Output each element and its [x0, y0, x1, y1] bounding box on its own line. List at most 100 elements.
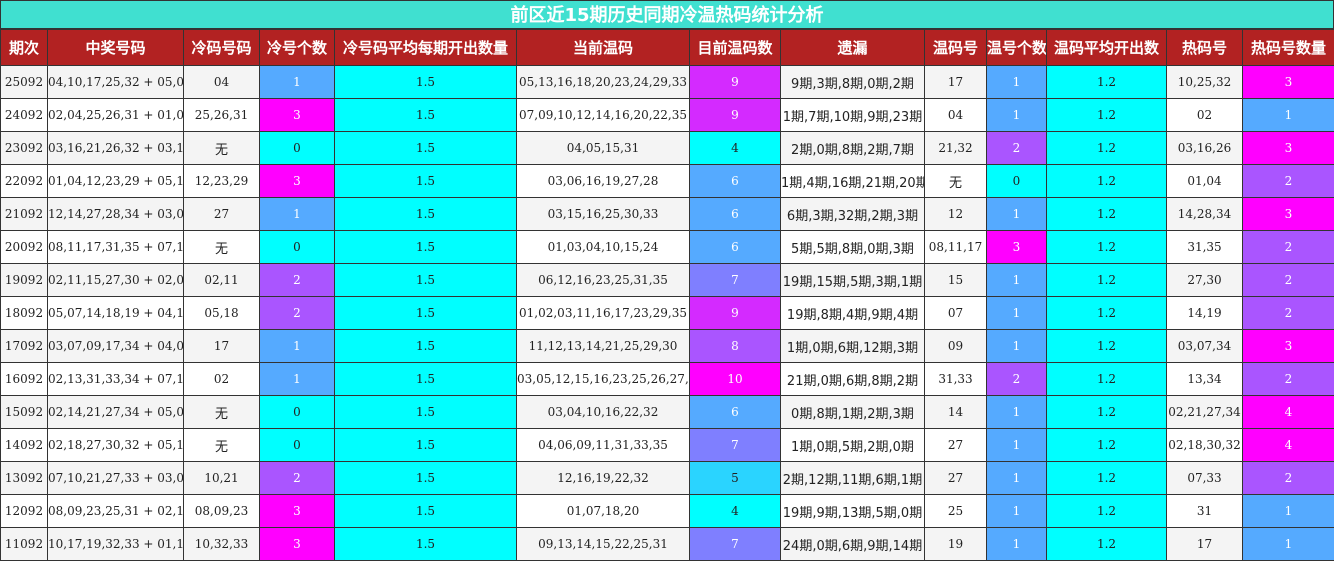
period-cell: 18092: [0, 296, 48, 330]
table-row: 12092 08,09,23,25,31 + 02,12 08,09,23 3 1.5 0…: [0, 494, 1334, 528]
cold-codes-cell: 无: [183, 230, 260, 264]
warm-num-cell: 2: [986, 131, 1047, 165]
cold-average-cell: 1.5: [334, 395, 517, 429]
cold-count-cell: 2: [259, 263, 335, 297]
missing-cell: 0期,8期,1期,2期,3期: [780, 395, 925, 429]
hot-count-cell: 3: [1242, 65, 1334, 99]
missing-cell: 1期,7期,10期,9期,23期: [780, 98, 925, 132]
table-row: 16092 02,13,31,33,34 + 07,11 02 1 1.5 03,05,1…: [0, 362, 1334, 396]
winning-numbers-cell: 07,10,21,27,33 + 03,09: [47, 461, 184, 495]
missing-cell: 21期,0期,6期,8期,2期: [780, 362, 925, 396]
cold-codes-cell: 无: [183, 395, 260, 429]
col-header-cold-count: 冷号个数: [259, 29, 335, 66]
cold-average-cell: 1.5: [334, 230, 517, 264]
current-warm-cell: 03,05,12,15,16,23,25,26,27,35: [516, 362, 690, 396]
table-row: 14092 02,18,27,30,32 + 05,11 无 0 1.5 04,06,09…: [0, 428, 1334, 462]
hot-codes-cell: 10,25,32: [1166, 65, 1243, 99]
winning-numbers-cell: 03,07,09,17,34 + 04,05: [47, 329, 184, 363]
winning-numbers-cell: 01,04,12,23,29 + 05,12: [47, 164, 184, 198]
cold-count-cell: 1: [259, 329, 335, 363]
winning-numbers-cell: 02,13,31,33,34 + 07,11: [47, 362, 184, 396]
hot-codes-cell: 31: [1166, 494, 1243, 528]
period-cell: 16092: [0, 362, 48, 396]
warm-num-cell: 1: [986, 263, 1047, 297]
warm-count-cell: 6: [689, 164, 781, 198]
warm-num-cell: 2: [986, 362, 1047, 396]
hot-codes-cell: 01,04: [1166, 164, 1243, 198]
hot-count-cell: 3: [1242, 131, 1334, 165]
table-row: 25092 04,10,17,25,32 + 05,07 04 1 1.5 05,13,1…: [0, 65, 1334, 99]
col-header-cold-average: 冷号码平均每期开出数量: [334, 29, 517, 66]
warm-codes-cell: 09: [924, 329, 987, 363]
warm-count-cell: 6: [689, 230, 781, 264]
winning-numbers-cell: 10,17,19,32,33 + 01,12: [47, 527, 184, 561]
hot-count-cell: 2: [1242, 164, 1334, 198]
table-row: 24092 02,04,25,26,31 + 01,06 25,26,31 3 1.5 0…: [0, 98, 1334, 132]
cold-count-cell: 3: [259, 164, 335, 198]
hot-count-cell: 1: [1242, 527, 1334, 561]
warm-average-cell: 1.2: [1046, 329, 1167, 363]
warm-codes-cell: 19: [924, 527, 987, 561]
winning-numbers-cell: 02,14,21,27,34 + 05,08: [47, 395, 184, 429]
cold-count-cell: 2: [259, 296, 335, 330]
current-warm-cell: 09,13,14,15,22,25,31: [516, 527, 690, 561]
current-warm-cell: 01,07,18,20: [516, 494, 690, 528]
hot-count-cell: 1: [1242, 98, 1334, 132]
current-warm-cell: 12,16,19,22,32: [516, 461, 690, 495]
current-warm-cell: 04,06,09,11,31,33,35: [516, 428, 690, 462]
winning-numbers-cell: 08,11,17,31,35 + 07,11: [47, 230, 184, 264]
missing-cell: 19期,8期,4期,9期,4期: [780, 296, 925, 330]
warm-count-cell: 9: [689, 296, 781, 330]
period-cell: 20092: [0, 230, 48, 264]
winning-numbers-cell: 04,10,17,25,32 + 05,07: [47, 65, 184, 99]
warm-num-cell: 1: [986, 197, 1047, 231]
missing-cell: 2期,0期,8期,2期,7期: [780, 131, 925, 165]
cold-codes-cell: 25,26,31: [183, 98, 260, 132]
cold-codes-cell: 10,21: [183, 461, 260, 495]
cold-codes-cell: 无: [183, 428, 260, 462]
current-warm-cell: 07,09,10,12,14,16,20,22,35: [516, 98, 690, 132]
table-row: 22092 01,04,12,23,29 + 05,12 12,23,29 3 1.5 0…: [0, 164, 1334, 198]
hot-count-cell: 4: [1242, 395, 1334, 429]
warm-num-cell: 0: [986, 164, 1047, 198]
period-cell: 13092: [0, 461, 48, 495]
period-cell: 23092: [0, 131, 48, 165]
hot-count-cell: 2: [1242, 230, 1334, 264]
warm-codes-cell: 15: [924, 263, 987, 297]
warm-num-cell: 1: [986, 395, 1047, 429]
winning-numbers-cell: 03,16,21,26,32 + 03,12: [47, 131, 184, 165]
period-cell: 14092: [0, 428, 48, 462]
cold-codes-cell: 27: [183, 197, 260, 231]
table-row: 19092 02,11,15,27,30 + 02,05 02,11 2 1.5 06,1…: [0, 263, 1334, 297]
warm-num-cell: 1: [986, 527, 1047, 561]
warm-average-cell: 1.2: [1046, 296, 1167, 330]
warm-average-cell: 1.2: [1046, 494, 1167, 528]
missing-cell: 9期,3期,8期,0期,2期: [780, 65, 925, 99]
warm-codes-cell: 04: [924, 98, 987, 132]
warm-count-cell: 7: [689, 527, 781, 561]
warm-average-cell: 1.2: [1046, 65, 1167, 99]
warm-average-cell: 1.2: [1046, 263, 1167, 297]
current-warm-cell: 03,15,16,25,30,33: [516, 197, 690, 231]
missing-cell: 5期,5期,8期,0期,3期: [780, 230, 925, 264]
warm-count-cell: 7: [689, 428, 781, 462]
hot-count-cell: 4: [1242, 428, 1334, 462]
cold-average-cell: 1.5: [334, 65, 517, 99]
hot-codes-cell: 27,30: [1166, 263, 1243, 297]
hot-codes-cell: 02,21,27,34: [1166, 395, 1243, 429]
cold-count-cell: 1: [259, 65, 335, 99]
warm-count-cell: 6: [689, 395, 781, 429]
cold-count-cell: 0: [259, 230, 335, 264]
table-row: 20092 08,11,17,31,35 + 07,11 无 0 1.5 01,03,04…: [0, 230, 1334, 264]
col-header-warm-num: 温号个数: [986, 29, 1047, 66]
cold-count-cell: 1: [259, 362, 335, 396]
table-row: 17092 03,07,09,17,34 + 04,05 17 1 1.5 11,12,1…: [0, 329, 1334, 363]
warm-codes-cell: 25: [924, 494, 987, 528]
cold-average-cell: 1.5: [334, 362, 517, 396]
cold-average-cell: 1.5: [334, 461, 517, 495]
hot-codes-cell: 02: [1166, 98, 1243, 132]
warm-num-cell: 1: [986, 296, 1047, 330]
warm-codes-cell: 27: [924, 428, 987, 462]
col-header-current-warm: 当前温码: [516, 29, 690, 66]
table-row: 21092 12,14,27,28,34 + 03,07 27 1 1.5 03,15,1…: [0, 197, 1334, 231]
